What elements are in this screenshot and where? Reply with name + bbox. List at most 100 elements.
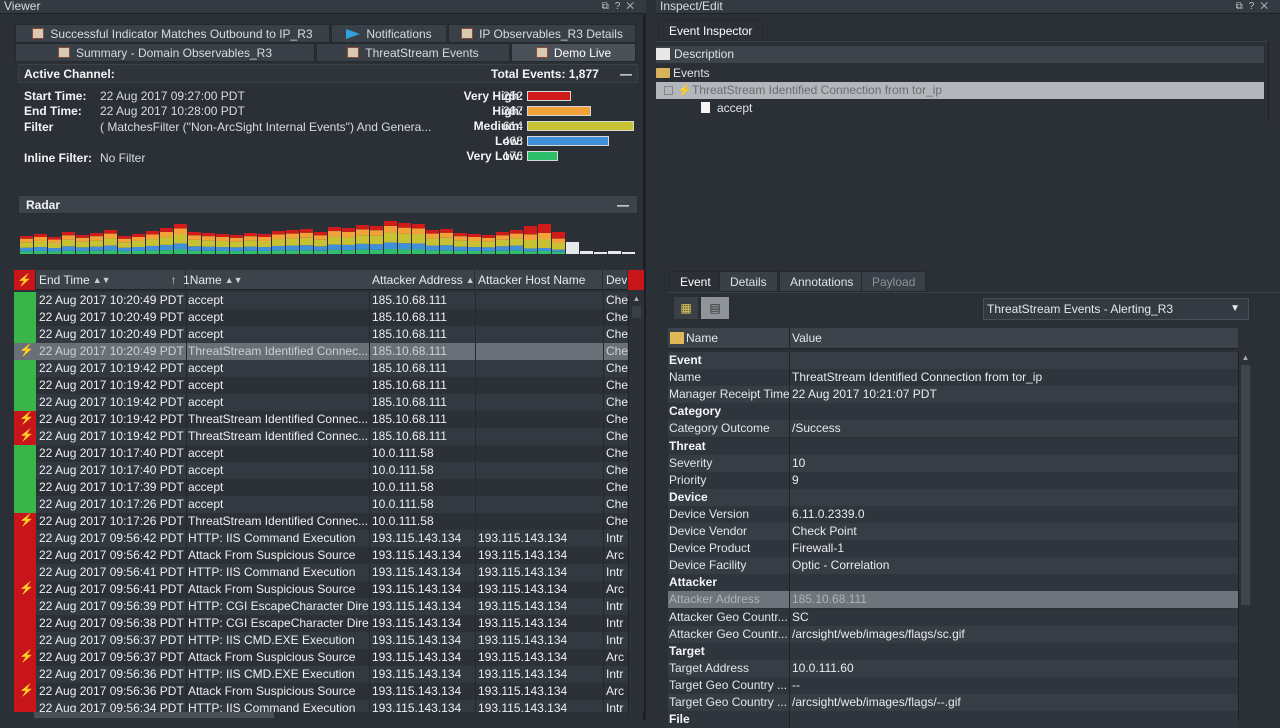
scroll-thumb[interactable] [1241,365,1250,605]
table-row[interactable]: 22 Aug 2017 10:20:49 PDT ThreatStream Ide… [14,342,629,360]
radar-header: Radar — [18,195,638,214]
field-row[interactable]: Attacker Geo Countr... /arcsight/web/imag… [668,625,1238,643]
radar-bar [622,252,635,254]
table-row[interactable]: 22 Aug 2017 10:19:42 PDT accept 185.10.68.… [14,377,629,394]
tab-event[interactable]: Event [669,271,722,292]
cell-name: Attack From Suspicious Source [188,684,356,698]
field-row[interactable]: Event [668,352,1238,369]
column-attacker-address[interactable]: Attacker Address▲▼ [369,270,475,290]
table-row[interactable]: 22 Aug 2017 10:20:49 PDT accept 185.10.68.… [14,292,629,309]
field-row[interactable]: Attacker Address 185.10.68.111 [668,591,1238,609]
field-row[interactable]: Device [668,488,1238,506]
column-chooser-button[interactable] [628,270,644,290]
radar-bar [258,247,271,251]
field-row[interactable]: Target Geo Country ... -- [668,676,1238,694]
tree-selected-event[interactable]: ⚡ThreatStream Identified Connection from… [656,82,1264,99]
table-row[interactable]: 22 Aug 2017 10:17:26 PDT accept 10.0.111.5… [14,496,629,513]
radar-bar [384,249,397,254]
table-row[interactable]: 22 Aug 2017 10:17:39 PDT accept 10.0.111.5… [14,479,629,496]
table-row[interactable]: 22 Aug 2017 10:19:42 PDT accept 185.10.68.… [14,394,629,411]
tab-threatstream-events[interactable]: ThreatStream Events [316,43,510,62]
field-row[interactable]: Device Version 6.11.0.2339.0 [668,505,1238,523]
view-dropdown[interactable]: ThreatStream Events - Alerting_R3 ▼ [983,298,1249,320]
table-row[interactable]: 22 Aug 2017 10:19:42 PDT ThreatStream Ide… [14,427,629,445]
column-device[interactable]: Dev [603,270,628,290]
field-row[interactable]: Target Address 10.0.111.60 [668,659,1238,677]
tree-description[interactable]: Description [656,46,1264,63]
grid-scrollbar[interactable]: ▲ [628,291,644,712]
expand-icon[interactable] [664,86,673,95]
radar-bar [34,241,47,247]
column-attacker-host[interactable]: Attacker Host Name [475,270,603,290]
field-row[interactable]: Name ThreatStream Identified Connection f… [668,369,1238,387]
column-end-time[interactable]: End Time ▲▼ ↑ [36,270,186,290]
field-row[interactable]: Target [668,642,1238,660]
table-row[interactable]: 22 Aug 2017 09:56:39 PDT HTTP: CGI Escape… [14,598,629,615]
table-row[interactable]: 22 Aug 2017 10:19:42 PDT accept 185.10.68.… [14,360,629,377]
tab-ip-observables[interactable]: IP Observables_R3 Details [448,24,636,43]
tab-payload[interactable]: Payload [861,271,927,292]
column-name[interactable]: 1Name ▲▼ [180,270,369,290]
severity-indicator [14,326,36,343]
table-row[interactable]: 22 Aug 2017 09:56:42 PDT Attack From Susp… [14,547,629,564]
table-row[interactable]: 22 Aug 2017 09:56:36 PDT HTTP: IIS CMD.EX… [14,666,629,683]
table-row[interactable]: 22 Aug 2017 09:56:41 PDT Attack From Susp… [14,580,629,598]
table-row[interactable]: 22 Aug 2017 09:56:41 PDT HTTP: IIS Comman… [14,564,629,581]
tab-event-inspector[interactable]: Event Inspector [658,20,764,41]
radar-bar [272,239,285,246]
tab-demo-live[interactable]: Demo Live [511,43,636,62]
grid-view-button[interactable]: ▦ [673,296,699,320]
grid-hscrollbar[interactable] [14,712,628,720]
table-row[interactable]: 22 Aug 2017 10:17:26 PDT ThreatStream Ide… [14,512,629,530]
field-row[interactable]: Device Product Firewall-1 [668,540,1238,558]
tab-summary-domain[interactable]: Summary - Domain Observables_R3 [15,43,315,62]
col-value-label[interactable]: Value [792,331,822,345]
cell-addr: 185.10.68.111 [372,429,447,443]
tab-notifications[interactable]: Notifications [331,24,447,43]
scroll-up-arrow[interactable]: ▲ [1239,353,1252,362]
field-row[interactable]: Manager Receipt Time 22 Aug 2017 10:21:07… [668,386,1238,404]
cell-name: ThreatStream Identified Connec... [188,344,369,358]
scroll-up-arrow[interactable]: ▲ [629,294,644,303]
tree-view-button[interactable]: ▤ [700,296,730,320]
table-row[interactable]: 22 Aug 2017 09:56:36 PDT Attack From Susp… [14,682,629,700]
field-row[interactable]: Category Outcome/Success [668,420,1238,438]
minimize-channel-button[interactable]: — [620,67,632,81]
radar-bar [286,230,299,234]
column-indicator[interactable]: ⚡ [14,270,36,290]
tab-details[interactable]: Details [719,271,778,292]
cell-addr: 193.115.143.134 [372,582,462,596]
field-row[interactable]: Device Facility Optic - Correlation [668,557,1238,575]
inspect-window-controls[interactable]: ⧉?✕ [1236,0,1274,13]
field-row[interactable]: Target Geo Country ... /arcsight/web/imag… [668,694,1238,711]
tab-successful-indicator[interactable]: Successful Indicator Matches Outbound to… [15,24,330,43]
table-row[interactable]: 22 Aug 2017 10:20:49 PDT accept 185.10.68.… [14,309,629,326]
field-row[interactable]: Device Vendor Check Point [668,523,1238,540]
fields-scrollbar[interactable]: ▲ [1238,350,1252,720]
radar-bar [104,245,117,251]
field-row[interactable]: Attacker [668,574,1238,592]
field-row[interactable]: Threat [668,437,1238,455]
field-row[interactable]: Attacker Geo Countr... SC [668,608,1238,626]
tab-annotations[interactable]: Annotations [779,271,865,292]
table-row[interactable]: 22 Aug 2017 10:17:40 PDT accept 10.0.111.5… [14,445,629,462]
tree-child-accept[interactable]: accept [656,100,1264,117]
field-row[interactable]: Severity 10 [668,454,1238,472]
table-row[interactable]: 22 Aug 2017 09:56:38 PDT HTTP: CGI Escape… [14,615,629,632]
table-row[interactable]: 22 Aug 2017 09:56:42 PDT HTTP: IIS Comman… [14,530,629,547]
tree-events[interactable]: Events [656,65,1264,82]
table-row[interactable]: 22 Aug 2017 10:17:40 PDT accept 10.0.111.5… [14,462,629,479]
table-row[interactable]: 22 Aug 2017 10:20:49 PDT accept 185.10.68.… [14,326,629,343]
table-row[interactable]: 22 Aug 2017 09:56:37 PDT HTTP: IIS CMD.EX… [14,632,629,649]
table-row[interactable]: 22 Aug 2017 09:56:37 PDT Attack From Susp… [14,648,629,666]
radar-bar [132,237,145,241]
minimize-radar-button[interactable]: — [617,196,629,215]
scroll-thumb[interactable] [632,306,641,318]
field-row[interactable]: Category [668,403,1238,421]
field-row[interactable]: Priority 9 [668,471,1238,489]
window-controls[interactable]: ⧉?✕ [602,0,640,13]
radar-bar [62,239,75,247]
col-name-label[interactable]: Name [686,331,718,345]
tree-scrollbar[interactable] [1268,41,1280,121]
table-row[interactable]: 22 Aug 2017 10:19:42 PDT ThreatStream Ide… [14,410,629,428]
